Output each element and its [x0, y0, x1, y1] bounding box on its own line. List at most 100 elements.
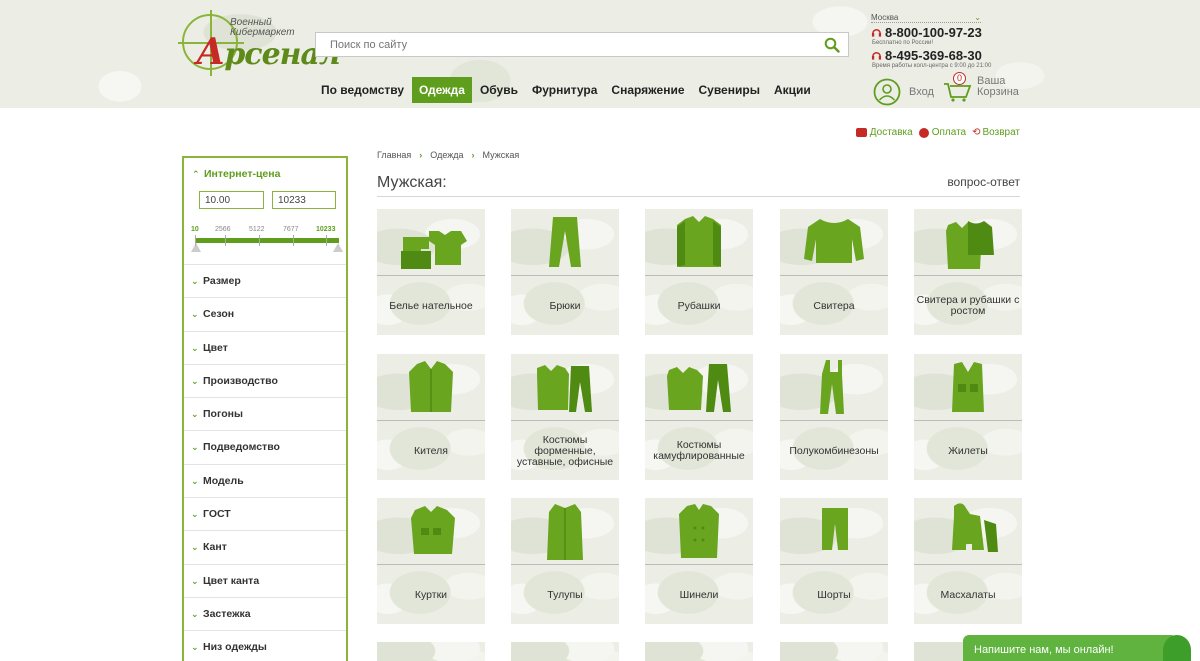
nav-item[interactable]: По ведомству [314, 77, 411, 103]
price-min-input[interactable] [199, 191, 264, 209]
payment-link[interactable]: Оплата [918, 127, 966, 138]
underwear-icon [401, 231, 467, 269]
breadcrumb-item[interactable]: Одежда [430, 150, 463, 160]
price-scale-tick: 2566 [215, 226, 231, 233]
category-card[interactable] [645, 642, 753, 661]
filter-item[interactable]: ⌄ Кант [184, 530, 346, 563]
price-range-inputs [199, 191, 344, 209]
category-name: Свитера и рубашки с ростом [916, 294, 1020, 317]
trousers-icon [549, 217, 581, 267]
category-name: Рубашки [677, 299, 721, 312]
filter-item[interactable]: ⌄ Подведомство [184, 430, 346, 463]
card-divider [645, 275, 753, 276]
nav-item[interactable]: Одежда [412, 77, 472, 103]
city-selector[interactable]: Москва ⌄ [871, 13, 981, 23]
filter-item[interactable]: ⌄ Модель [184, 463, 346, 497]
ruble-icon [918, 127, 929, 138]
category-card[interactable] [780, 642, 888, 661]
category-image [511, 498, 619, 564]
delivery-link[interactable]: Доставка [855, 127, 913, 138]
category-card[interactable]: Жилеты [914, 354, 1022, 480]
search-box [315, 32, 849, 57]
nav-item[interactable]: Фурнитура [525, 77, 604, 103]
chat-widget-button[interactable]: Напишите нам, мы онлайн! [963, 635, 1191, 661]
category-name: Полукомбинезоны [789, 444, 879, 457]
slider-handle-min[interactable] [191, 243, 201, 252]
camo-cloak-icon [952, 503, 998, 552]
category-card[interactable]: Свитера [780, 209, 888, 335]
chevron-up-icon: ⌃ [192, 169, 200, 179]
card-divider [780, 564, 888, 565]
greatcoat-icon [679, 504, 719, 558]
card-divider [645, 420, 753, 421]
faq-link[interactable]: вопрос-ответ [947, 175, 1020, 189]
category-card[interactable]: Свитера и рубашки с ростом [914, 209, 1022, 335]
title-divider [377, 196, 1020, 197]
category-image [511, 354, 619, 420]
filter-item[interactable]: ⌄ Застежка [184, 596, 346, 630]
price-max-input[interactable] [272, 191, 336, 209]
price-filter-header[interactable]: ⌃ Интернет-цена [184, 158, 346, 188]
category-card[interactable]: Полукомбинезоны [780, 354, 888, 480]
breadcrumb-item: Мужская [482, 150, 520, 160]
slider-handle-max[interactable] [333, 243, 343, 252]
category-card[interactable]: Шорты [780, 498, 888, 624]
working-hours: Время работы колл-центра с 9:00 до 21:00 [872, 63, 992, 69]
filter-item[interactable]: ⌄ Погоны [184, 397, 346, 430]
nav-item[interactable]: Сувениры [692, 77, 767, 103]
category-card[interactable]: Тулупы [511, 498, 619, 624]
cart-button[interactable]: 0 Ваша Корзина [943, 72, 1019, 102]
filter-item[interactable]: ⌄ Цвет [184, 330, 346, 364]
card-divider [780, 420, 888, 421]
category-image [780, 498, 888, 564]
nav-item[interactable]: Обувь [473, 77, 525, 103]
site-header: Военный Кибермаркет Арсенал По ведомству… [0, 0, 1200, 108]
truck-icon [855, 128, 867, 137]
nav-item[interactable]: Акции [767, 77, 818, 103]
category-card[interactable] [377, 642, 485, 661]
chevron-down-icon: ⌄ [191, 608, 199, 619]
category-card[interactable] [511, 642, 619, 661]
card-divider [511, 420, 619, 421]
filter-item[interactable]: ⌄ ГОСТ [184, 497, 346, 530]
login-label: Вход [909, 86, 934, 98]
price-slider[interactable]: 10 2566 5122 7677 10233 [191, 226, 343, 252]
category-card[interactable]: Масхалаты [914, 498, 1022, 624]
category-card[interactable]: Костюмы камуфлированные [645, 354, 753, 480]
card-divider [377, 420, 485, 421]
category-card[interactable]: Шинели [645, 498, 753, 624]
login-button[interactable]: Вход [873, 78, 934, 106]
sweater-icon [804, 219, 864, 263]
category-name: Тулупы [547, 588, 583, 601]
filter-item[interactable]: ⌄ Низ одежды [184, 630, 346, 661]
nav-item[interactable]: Снаряжение [604, 77, 691, 103]
phone-free[interactable]: 8-800-100-97-23 [871, 25, 1011, 40]
return-link[interactable]: ⟲ Возврат [972, 127, 1020, 138]
filter-sidebar: ⌃Интернет-цена 10 2566 5122 7677 10233 ⌄Разм… [182, 156, 348, 661]
category-card[interactable]: Рубашки [645, 209, 753, 335]
card-divider [377, 564, 485, 565]
filter-item[interactable]: ⌄ Производство [184, 363, 346, 397]
category-card[interactable]: Кителя [377, 354, 485, 480]
search-input[interactable] [316, 33, 806, 56]
category-name: Шинели [679, 588, 719, 601]
category-name: Кителя [414, 444, 448, 457]
page-title: Мужская: [377, 174, 447, 191]
chevron-down-icon: ⌄ [191, 375, 199, 386]
chevron-down-icon: ⌄ [191, 642, 199, 653]
phone-free-note: Бесплатно по России! [872, 40, 933, 46]
filter-item[interactable]: ⌄ Сезон [184, 297, 346, 330]
filter-item[interactable]: ⌄ Цвет канта [184, 563, 346, 597]
chevron-down-icon: ⌄ [191, 442, 199, 453]
category-card[interactable]: Белье нательное [377, 209, 485, 335]
category-card[interactable]: Куртки [377, 498, 485, 624]
search-icon[interactable] [824, 37, 840, 53]
breadcrumb-item[interactable]: Главная [377, 150, 411, 160]
chevron-down-icon: ⌄ [191, 509, 199, 520]
phone-callcenter[interactable]: 8-495-369-68-30 [871, 48, 1011, 63]
category-card[interactable]: Костюмы форменные, уставные, офисные [511, 354, 619, 480]
site-logo[interactable]: Военный Кибермаркет Арсенал [178, 10, 341, 76]
filter-item[interactable]: ⌄ Размер [184, 264, 346, 297]
category-card[interactable]: Брюки [511, 209, 619, 335]
category-image [377, 354, 485, 420]
